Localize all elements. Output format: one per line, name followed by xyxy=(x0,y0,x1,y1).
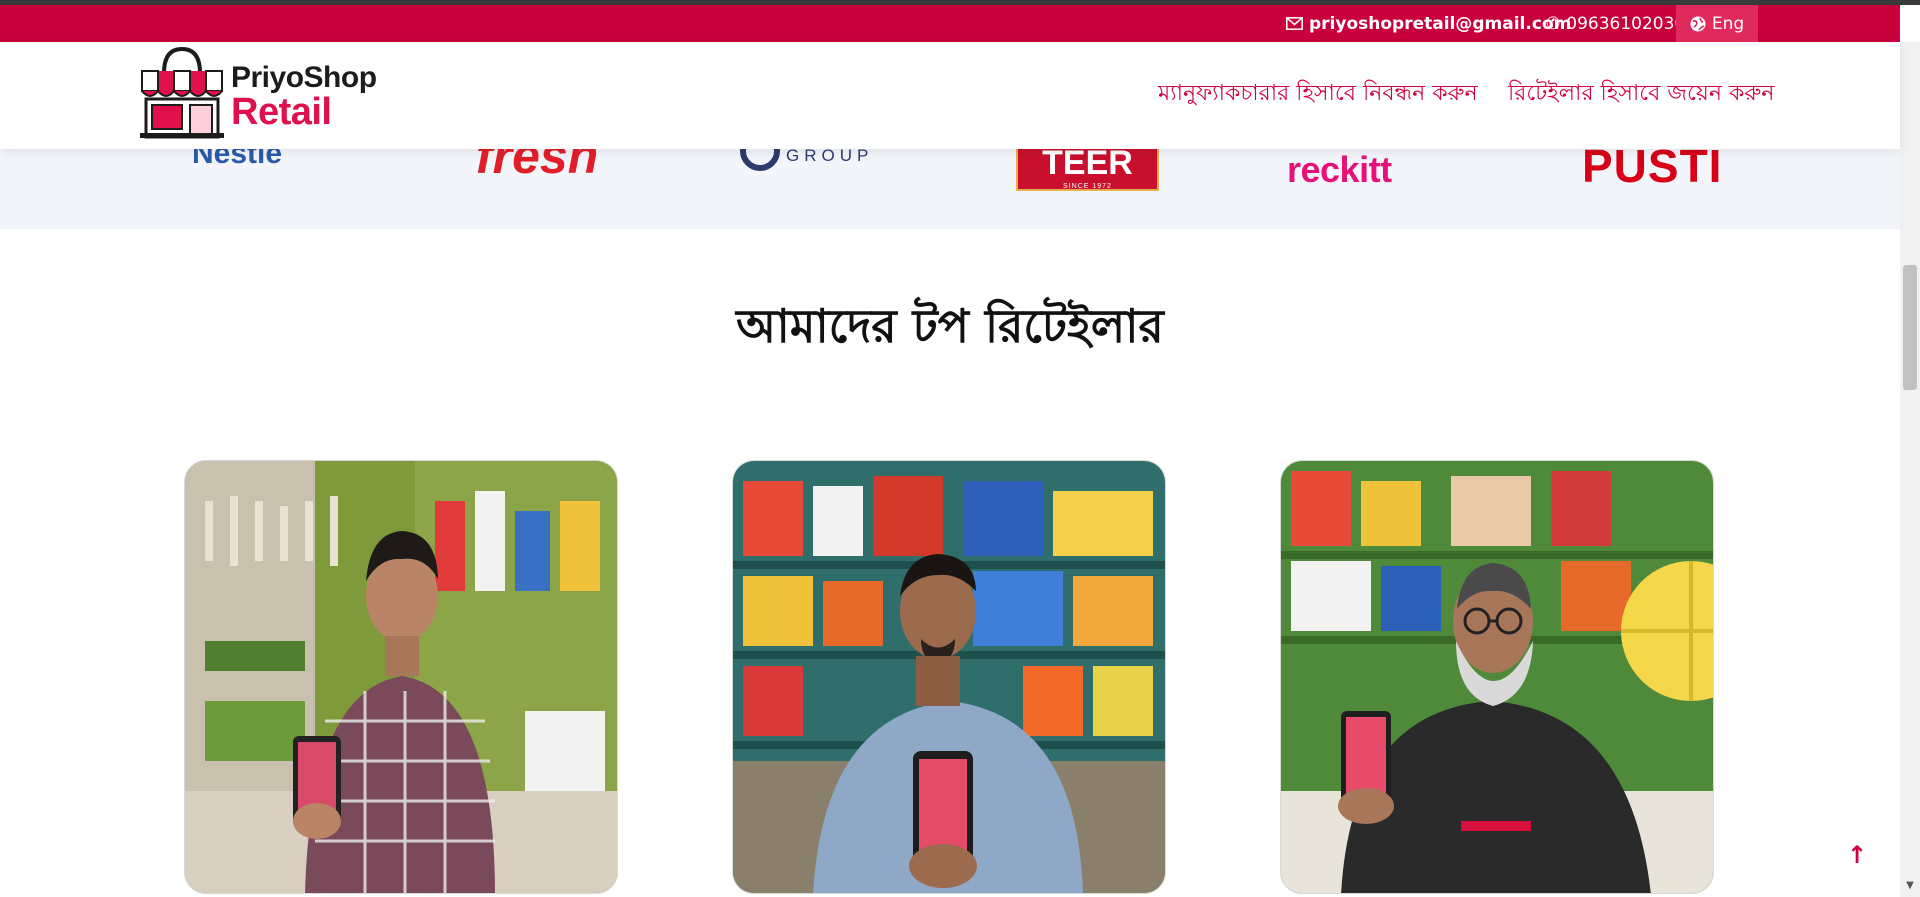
phone-contact[interactable]: ✆ 09636102030 xyxy=(1546,5,1685,42)
language-switch-button[interactable]: Eng xyxy=(1676,5,1758,42)
shop-logo-icon xyxy=(140,47,224,139)
fresh-logo: fresh xyxy=(476,149,599,184)
scrollbar-thumb[interactable] xyxy=(1903,265,1917,390)
pusti-logo: PUSTI xyxy=(1582,149,1723,192)
retailer-photo xyxy=(1281,461,1713,893)
group-ring-icon xyxy=(740,149,780,171)
nestle-logo: Nestle xyxy=(192,149,283,170)
reckitt-logo: reckitt xyxy=(1287,149,1392,190)
top-retailers-heading: আমাদের টপ রিটেইলার xyxy=(736,299,1164,353)
teer-logo-text: TEER xyxy=(1042,149,1133,182)
group-logo-text: GROUP xyxy=(786,149,874,165)
retailer-photo-card[interactable] xyxy=(184,460,618,894)
group-logo: GROUP xyxy=(740,149,873,171)
phone-text: 09636102030 xyxy=(1566,13,1686,34)
language-label: Eng xyxy=(1711,13,1745,34)
top-contact-bar: priyoshopretail@gmail.com ✆ 09636102030 … xyxy=(0,5,1900,42)
retailer-photo-card[interactable] xyxy=(1280,460,1714,894)
globe-icon xyxy=(1690,16,1706,31)
retailer-photo xyxy=(733,461,1165,893)
scroll-down-arrow-icon[interactable]: ▼ xyxy=(1903,880,1917,892)
retailer-photo xyxy=(185,461,617,893)
site-header: PriyoShop Retail ম্যানুফ্যাকচারার হিসাবে… xyxy=(0,42,1900,149)
register-as-manufacturer-link[interactable]: ম্যানুফ্যাকচারার হিসাবে নিবন্ধন করুন xyxy=(1158,76,1478,113)
teer-since-text: SINCE 1972 xyxy=(1063,183,1112,190)
back-to-top-button[interactable]: ↑ xyxy=(1842,840,1872,870)
brand-logos-strip: Nestle fresh GROUP TEER SINCE 1972 recki… xyxy=(0,149,1900,229)
email-contact[interactable]: priyoshopretail@gmail.com xyxy=(1286,5,1571,42)
teer-logo: TEER SINCE 1972 xyxy=(1016,149,1159,191)
email-text: priyoshopretail@gmail.com xyxy=(1309,13,1572,34)
phone-icon: ✆ xyxy=(1546,13,1561,34)
arrow-up-icon: ↑ xyxy=(1846,841,1868,869)
logo-text-priyoshop: PriyoShop xyxy=(231,61,377,94)
page-scrollbar[interactable] xyxy=(1900,42,1920,897)
join-as-retailer-link[interactable]: রিটেইলার হিসাবে জয়েন করুন xyxy=(1508,76,1774,113)
envelope-icon xyxy=(1286,17,1303,30)
logo-text-retail: Retail xyxy=(231,91,332,133)
retailer-photo-card[interactable] xyxy=(732,460,1166,894)
priyoshop-retail-logo[interactable]: PriyoShop Retail xyxy=(138,47,378,139)
